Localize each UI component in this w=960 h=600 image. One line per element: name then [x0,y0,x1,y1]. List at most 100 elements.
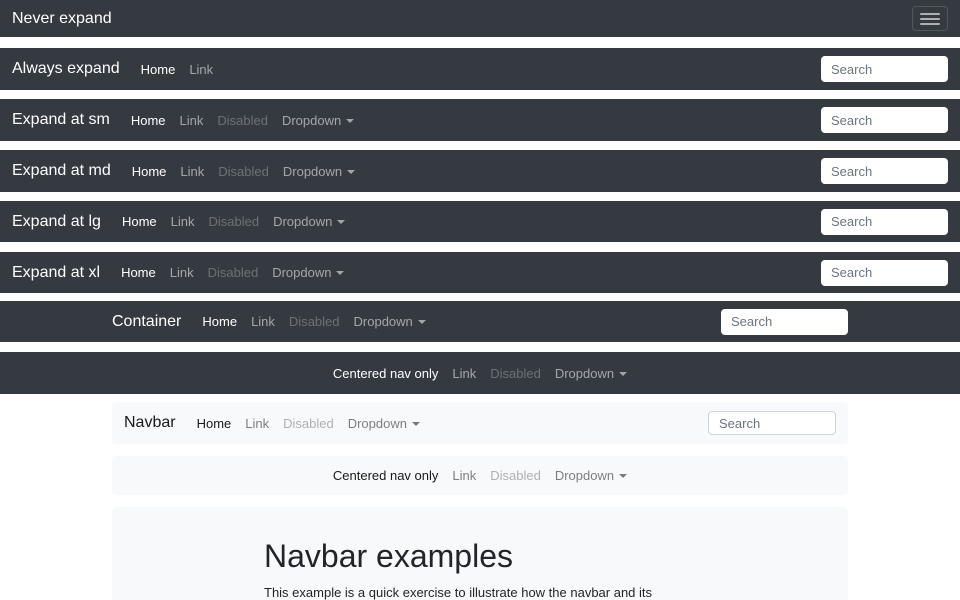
navbar-never-expand: Never expand [0,0,960,37]
nav-link-label: Link [171,214,195,229]
navbar-toggler-button[interactable] [912,6,948,31]
nav-item-home[interactable]: Home [125,164,174,179]
navbar-nav: Home Link Disabled Dropdown [125,164,362,179]
nav-item-disabled: Disabled [211,164,276,179]
nav-item-link[interactable]: Link [173,164,211,179]
brand-never-expand[interactable]: Never expand [12,10,112,28]
nav-link-label: Link [245,416,269,431]
nav-item-dropdown[interactable]: Dropdown [548,366,634,381]
search-input[interactable] [821,158,948,184]
nav-link-label: Dropdown [354,314,413,329]
search-input[interactable] [721,309,848,335]
search-input[interactable] [821,107,948,133]
page-title: Navbar examples [264,537,696,575]
paragraph-text: This example is a quick exercise to illu… [264,585,687,600]
caret-down-icon [337,220,345,224]
nav-link-label: Link [170,265,194,280]
nav-item-disabled: Disabled [483,366,548,381]
nav-item-dropdown[interactable]: Dropdown [341,416,427,431]
nav-item-link[interactable]: Link [164,214,202,229]
brand-navbar[interactable]: Navbar [124,414,176,432]
nav-item-home[interactable]: Home [190,416,239,431]
nav-item-link[interactable]: Link [163,265,201,280]
nav-item-centered-nav-only[interactable]: Centered nav only [326,468,446,483]
navbar-centered-light: Centered nav only Link Disabled Dropdown [112,456,848,495]
navbar-container: Container Home Link Disabled Dropdown [0,301,960,342]
nav-item-home[interactable]: Home [195,314,244,329]
nav-link-label: Disabled [218,164,269,179]
nav-item-home[interactable]: Home [134,62,183,77]
nav-link-label: Home [122,214,157,229]
nav-link-label: Disabled [490,468,541,483]
search-input[interactable] [821,209,948,235]
brand-expand-at-md[interactable]: Expand at md [12,162,111,180]
navbar-always-expand: Always expand Home Link [0,48,960,90]
navbar-nav: Home Link Disabled Dropdown [114,265,351,280]
nav-item-disabled: Disabled [276,416,341,431]
nav-link-label: Dropdown [348,416,407,431]
navbar-nav: Home Link Disabled Dropdown [190,416,427,431]
nav-link-label: Dropdown [273,214,332,229]
nav-link-label: Link [180,113,204,128]
jumbotron: Navbar examples This example is a quick … [112,507,848,600]
caret-down-icon [619,372,627,376]
nav-item-disabled: Disabled [201,265,266,280]
nav-link-label: Disabled [283,416,334,431]
nav-link-label: Disabled [209,214,260,229]
nav-link-label: Home [132,164,167,179]
navbar-expand-at-md: Expand at md Home Link Disabled Dropdown [0,150,960,192]
nav-item-dropdown[interactable]: Dropdown [265,265,351,280]
caret-down-icon [412,422,420,426]
nav-item-disabled: Disabled [202,214,267,229]
nav-item-dropdown[interactable]: Dropdown [347,314,433,329]
nav-item-disabled: Disabled [282,314,347,329]
nav-link-label: Link [452,366,476,381]
navbar-expand-at-lg: Expand at lg Home Link Disabled Dropdown [0,201,960,242]
nav-item-link[interactable]: Link [238,416,276,431]
caret-down-icon [418,320,426,324]
nav-item-link[interactable]: Link [182,62,220,77]
brand-always-expand[interactable]: Always expand [12,60,120,78]
nav-link-label: Link [452,468,476,483]
navbar-centered-dark: Centered nav only Link DisabledDropdown [0,352,960,394]
nav-item-link[interactable]: Link [445,468,483,483]
nav-link-label: Dropdown [272,265,331,280]
nav-link-label: Centered nav only [333,366,439,381]
nav-link-label: Home [202,314,237,329]
nav-link-label: Disabled [289,314,340,329]
nav-item-home[interactable]: Home [114,265,163,280]
search-input[interactable] [708,411,836,435]
search-input[interactable] [821,56,948,82]
brand-container[interactable]: Container [112,313,181,331]
search-input[interactable] [821,260,948,286]
nav-item-dropdown[interactable]: Dropdown [276,164,362,179]
nav-item-dropdown[interactable]: Dropdown [548,468,634,483]
nav-link-label: Dropdown [282,113,341,128]
nav-item-link[interactable]: Link [244,314,282,329]
nav-item-centered-nav-only[interactable]: Centered nav only [326,366,446,381]
brand-expand-at-sm[interactable]: Expand at sm [12,111,110,129]
nav-link-label: Home [121,265,156,280]
navbar-nav: Home Link Disabled Dropdown [195,314,432,329]
navbar-nav: Home Link Disabled Dropdown [115,214,352,229]
nav-link-label: Link [180,164,204,179]
nav-item-dropdown[interactable]: Dropdown [266,214,352,229]
brand-expand-at-lg[interactable]: Expand at lg [12,213,101,231]
navbar-expand-at-sm: Expand at sm Home Link Disabled Dropdown [0,99,960,141]
navbar-expand-at-xl: Expand at xl Home Link Disabled Dropdown [0,252,960,293]
nav-item-home[interactable]: Home [124,113,173,128]
hamburger-menu-icon [920,13,940,25]
nav-item-dropdown[interactable]: Dropdown [275,113,361,128]
nav-item-home[interactable]: Home [115,214,164,229]
nav-link-label: Home [141,62,176,77]
page: Never expand Always expand Home Link Expa… [0,0,960,600]
nav-link-label: Disabled [208,265,259,280]
nav-link-label: Disabled [217,113,268,128]
caret-down-icon [347,170,355,174]
caret-down-icon [619,474,627,478]
nav-item-link[interactable]: Link [445,366,483,381]
navbar-nav: Home Link [134,62,221,77]
brand-expand-at-xl[interactable]: Expand at xl [12,264,100,282]
nav-link-label: Link [189,62,213,77]
nav-item-link[interactable]: Link [173,113,211,128]
